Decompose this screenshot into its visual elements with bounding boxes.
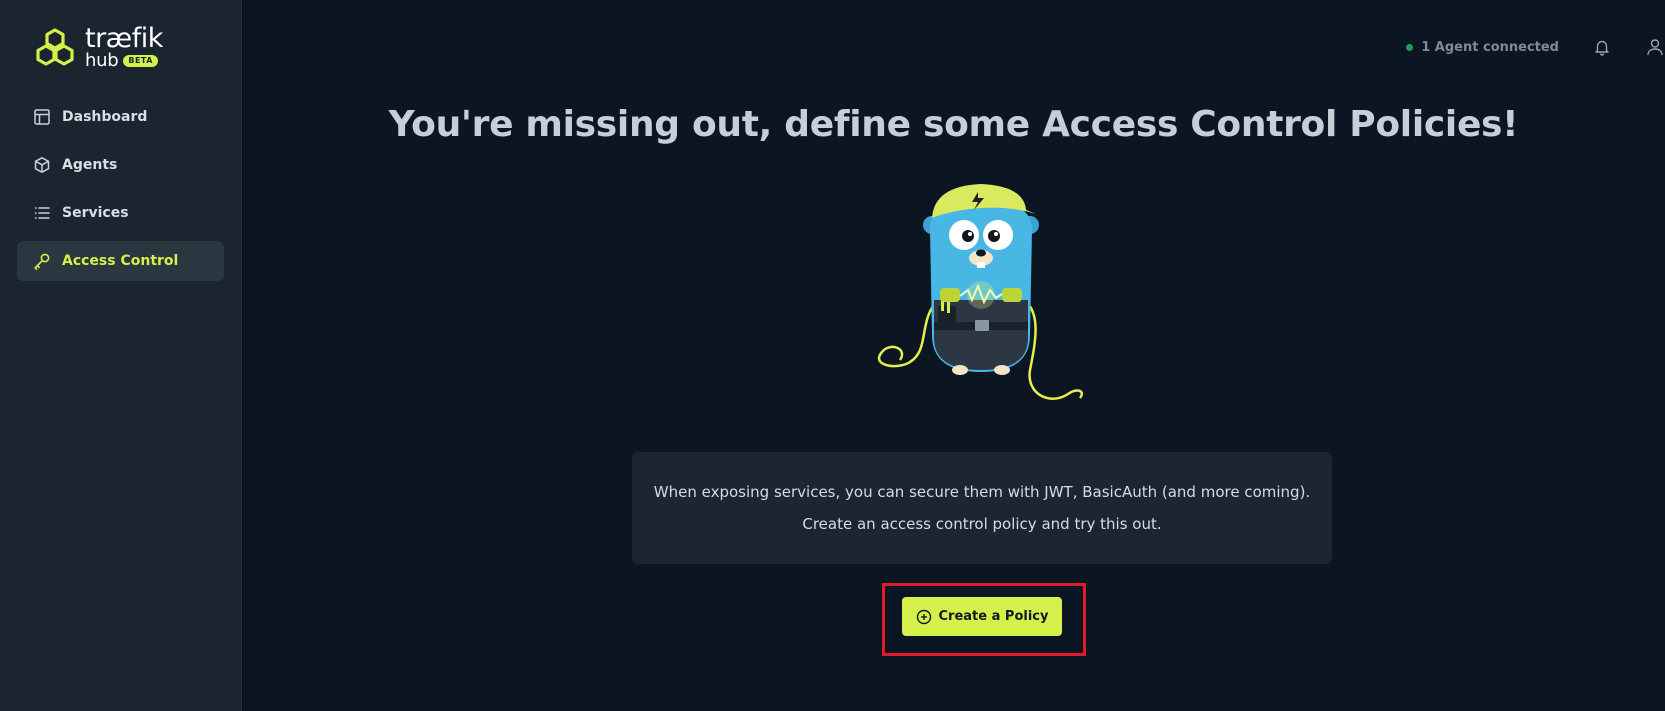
cube-icon [33,156,51,174]
sidebar-item-agents[interactable]: Agents [17,145,224,185]
plus-circle-icon [916,609,932,625]
agent-status[interactable]: 1 Agent connected [1406,40,1559,55]
info-box: When exposing services, you can secure t… [632,452,1332,564]
traefik-hub-logo[interactable]: træfik hub BETA [0,24,241,70]
logo-hub: hub [85,49,119,71]
sidebar-item-access-control[interactable]: Access Control [17,241,224,281]
sidebar-nav: Dashboard Agents Services Access Control [0,97,241,281]
sidebar-item-label: Agents [62,157,118,173]
logo-word: træfik [85,22,163,54]
info-text-line-2: Create an access control policy and try … [802,515,1162,533]
info-text-line-1: When exposing services, you can secure t… [653,483,1311,501]
create-policy-button[interactable]: Create a Policy [902,597,1062,636]
key-icon [33,252,51,270]
sidebar: træfik hub BETA Dashboard Agents Service… [0,0,242,711]
gopher-mascot-illustration [878,184,1084,400]
create-policy-label: Create a Policy [938,609,1049,624]
sidebar-item-label: Access Control [62,253,179,269]
logo-sub: hub BETA [85,49,163,71]
sidebar-item-label: Services [62,205,129,221]
main-content: 1 Agent connected You're missing out, de… [242,0,1665,711]
bell-icon[interactable] [1593,38,1611,56]
app-root: træfik hub BETA Dashboard Agents Service… [0,0,1665,711]
hexagon-logo-icon [36,28,74,66]
sidebar-item-dashboard[interactable]: Dashboard [17,97,224,137]
list-icon [33,204,51,222]
topbar: 1 Agent connected [1406,36,1665,58]
sidebar-item-label: Dashboard [62,109,148,125]
user-icon[interactable] [1645,38,1665,56]
layout-icon [33,108,51,126]
agent-status-text: 1 Agent connected [1421,39,1559,55]
logo-text: træfik hub BETA [85,25,163,70]
page-headline: You're missing out, define some Access C… [388,104,1519,145]
sidebar-item-services[interactable]: Services [17,193,224,233]
beta-badge: BETA [123,54,158,67]
status-dot-icon [1406,43,1414,51]
